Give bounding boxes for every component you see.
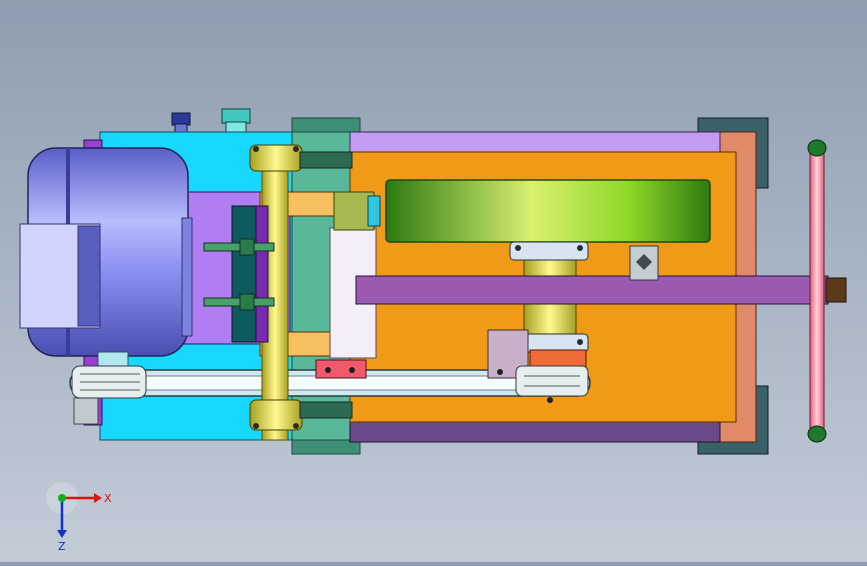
- green-rotor: [385, 179, 711, 243]
- teal-cap-top: [291, 117, 361, 133]
- z-axis-label: Z: [58, 540, 66, 552]
- purple-clamp-strip: [255, 205, 269, 343]
- left-lower-plate: [73, 397, 99, 425]
- drive-pulley: [71, 365, 147, 399]
- top-bolt-right: [221, 108, 251, 133]
- motor-housing: [19, 147, 193, 357]
- top-bolt-left: [171, 112, 191, 133]
- red-clamp: [315, 359, 367, 379]
- purple-shaft: [355, 275, 829, 305]
- shaft-top-dark: [299, 151, 353, 169]
- rotor-hub-cap: [367, 195, 381, 227]
- shaft-bottom-dark: [299, 401, 353, 419]
- bearing-flange-upper: [509, 241, 589, 261]
- cad-model[interactable]: [0, 0, 867, 562]
- shaft-end-cap: [825, 277, 847, 303]
- pillow-block-top: [249, 144, 303, 172]
- x-axis-label: X: [104, 492, 112, 505]
- lavender-top-rail: [349, 131, 721, 155]
- pillow-block-bottom: [249, 399, 303, 431]
- y-axis-dot: [58, 494, 66, 502]
- wing-nut: [629, 245, 659, 281]
- coordinate-triad: X Z: [46, 482, 112, 552]
- 3d-viewport[interactable]: X Z: [0, 0, 867, 562]
- handle-rod[interactable]: [807, 139, 827, 443]
- dark-purple-bottom-rail: [349, 419, 721, 443]
